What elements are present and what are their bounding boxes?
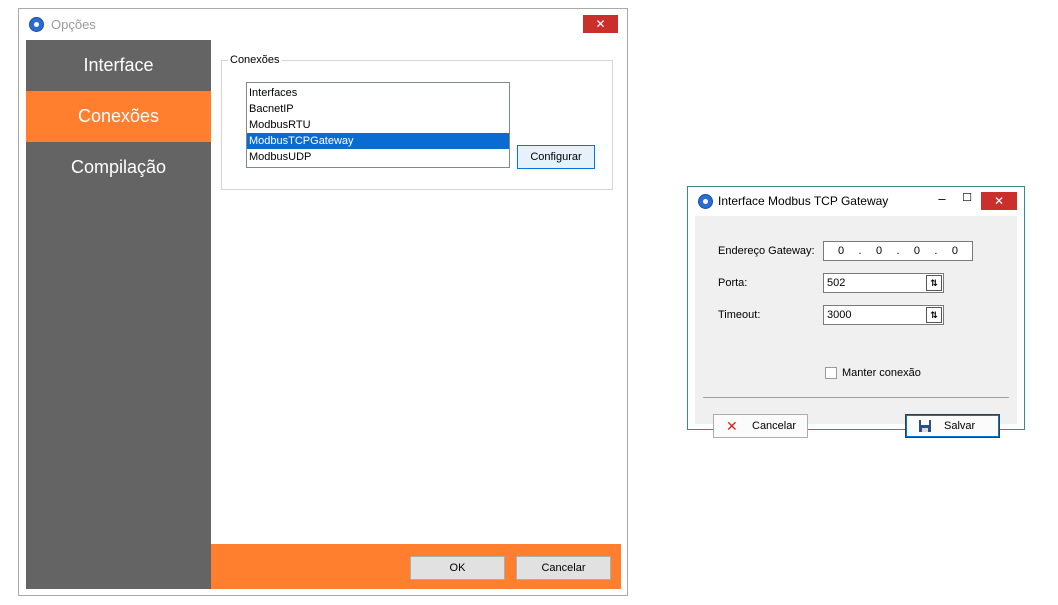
options-window: Opções ✕ Interface Conexões Compilação C…: [18, 8, 628, 596]
window-title: Opções: [51, 17, 96, 32]
dialog-titlebar[interactable]: Interface Modbus TCP Gateway – ☐ ✕: [688, 187, 1024, 215]
ip-octet-1: 0: [838, 245, 845, 257]
cancel-button[interactable]: Cancelar: [516, 556, 611, 580]
ip-dot: .: [934, 245, 938, 257]
dialog-cancel-label: Cancelar: [752, 420, 797, 432]
dialog-cancel-button[interactable]: ✕ Cancelar: [713, 414, 808, 438]
list-item[interactable]: BacnetIP: [247, 101, 509, 117]
group-title: Conexões: [228, 54, 282, 66]
sidebar-item-compilacao[interactable]: Compilação: [26, 142, 211, 193]
keep-connection-checkbox[interactable]: [825, 367, 837, 379]
sidebar-item-interface[interactable]: Interface: [26, 40, 211, 91]
dialog-close-button[interactable]: ✕: [981, 192, 1017, 210]
configure-button[interactable]: Configurar: [517, 145, 595, 169]
separator: [703, 397, 1009, 398]
options-titlebar[interactable]: Opções ✕: [19, 9, 627, 40]
dialog-body: Endereço Gateway: 0 . 0 . 0 . 0 Porta: 5…: [695, 216, 1017, 438]
sidebar-item-conexoes[interactable]: Conexões: [26, 91, 211, 142]
list-item[interactable]: ModbusUDP: [247, 149, 509, 165]
list-item[interactable]: ModbusRTU: [247, 117, 509, 133]
spin-arrows-icon[interactable]: ⇅: [926, 275, 942, 291]
floppy-icon: [918, 417, 932, 437]
ip-dot: .: [896, 245, 900, 257]
ip-octet-3: 0: [913, 245, 920, 257]
timeout-value: 3000: [827, 309, 852, 321]
save-button[interactable]: Salvar: [905, 414, 1000, 438]
close-button[interactable]: ✕: [583, 15, 618, 33]
save-label: Salvar: [944, 420, 976, 432]
app-icon: [29, 17, 44, 32]
gateway-label: Endereço Gateway:: [718, 245, 815, 257]
app-icon: [698, 194, 713, 209]
port-input[interactable]: 502 ⇅: [823, 273, 944, 293]
bottom-bar: OK Cancelar: [211, 544, 621, 589]
ok-button[interactable]: OK: [410, 556, 505, 580]
spin-arrows-icon[interactable]: ⇅: [926, 307, 942, 323]
timeout-label: Timeout:: [718, 309, 761, 321]
content-panel: Conexões Interfaces BacnetIP ModbusRTU M…: [211, 40, 621, 589]
dialog-title: Interface Modbus TCP Gateway: [718, 194, 889, 208]
gateway-ip-input[interactable]: 0 . 0 . 0 . 0: [823, 241, 973, 261]
ip-octet-4: 0: [951, 245, 958, 257]
sidebar: Interface Conexões Compilação: [26, 40, 211, 589]
x-icon: ✕: [726, 418, 738, 434]
port-value: 502: [827, 277, 846, 289]
ip-octet-2: 0: [875, 245, 883, 257]
list-item-selected[interactable]: ModbusTCPGateway: [247, 133, 509, 149]
maximize-icon[interactable]: ☐: [960, 191, 974, 204]
port-label: Porta:: [718, 277, 748, 289]
timeout-input[interactable]: 3000 ⇅: [823, 305, 944, 325]
connections-groupbox: Conexões Interfaces BacnetIP ModbusRTU M…: [221, 54, 613, 190]
keep-connection-label: Manter conexão: [842, 367, 921, 379]
list-item[interactable]: Interfaces: [247, 85, 509, 101]
connections-list[interactable]: Interfaces BacnetIP ModbusRTU ModbusTCPG…: [246, 82, 510, 168]
ip-dot: .: [858, 245, 862, 257]
minimize-icon[interactable]: –: [935, 191, 949, 206]
gateway-dialog: Interface Modbus TCP Gateway – ☐ ✕ Ender…: [687, 186, 1025, 438]
